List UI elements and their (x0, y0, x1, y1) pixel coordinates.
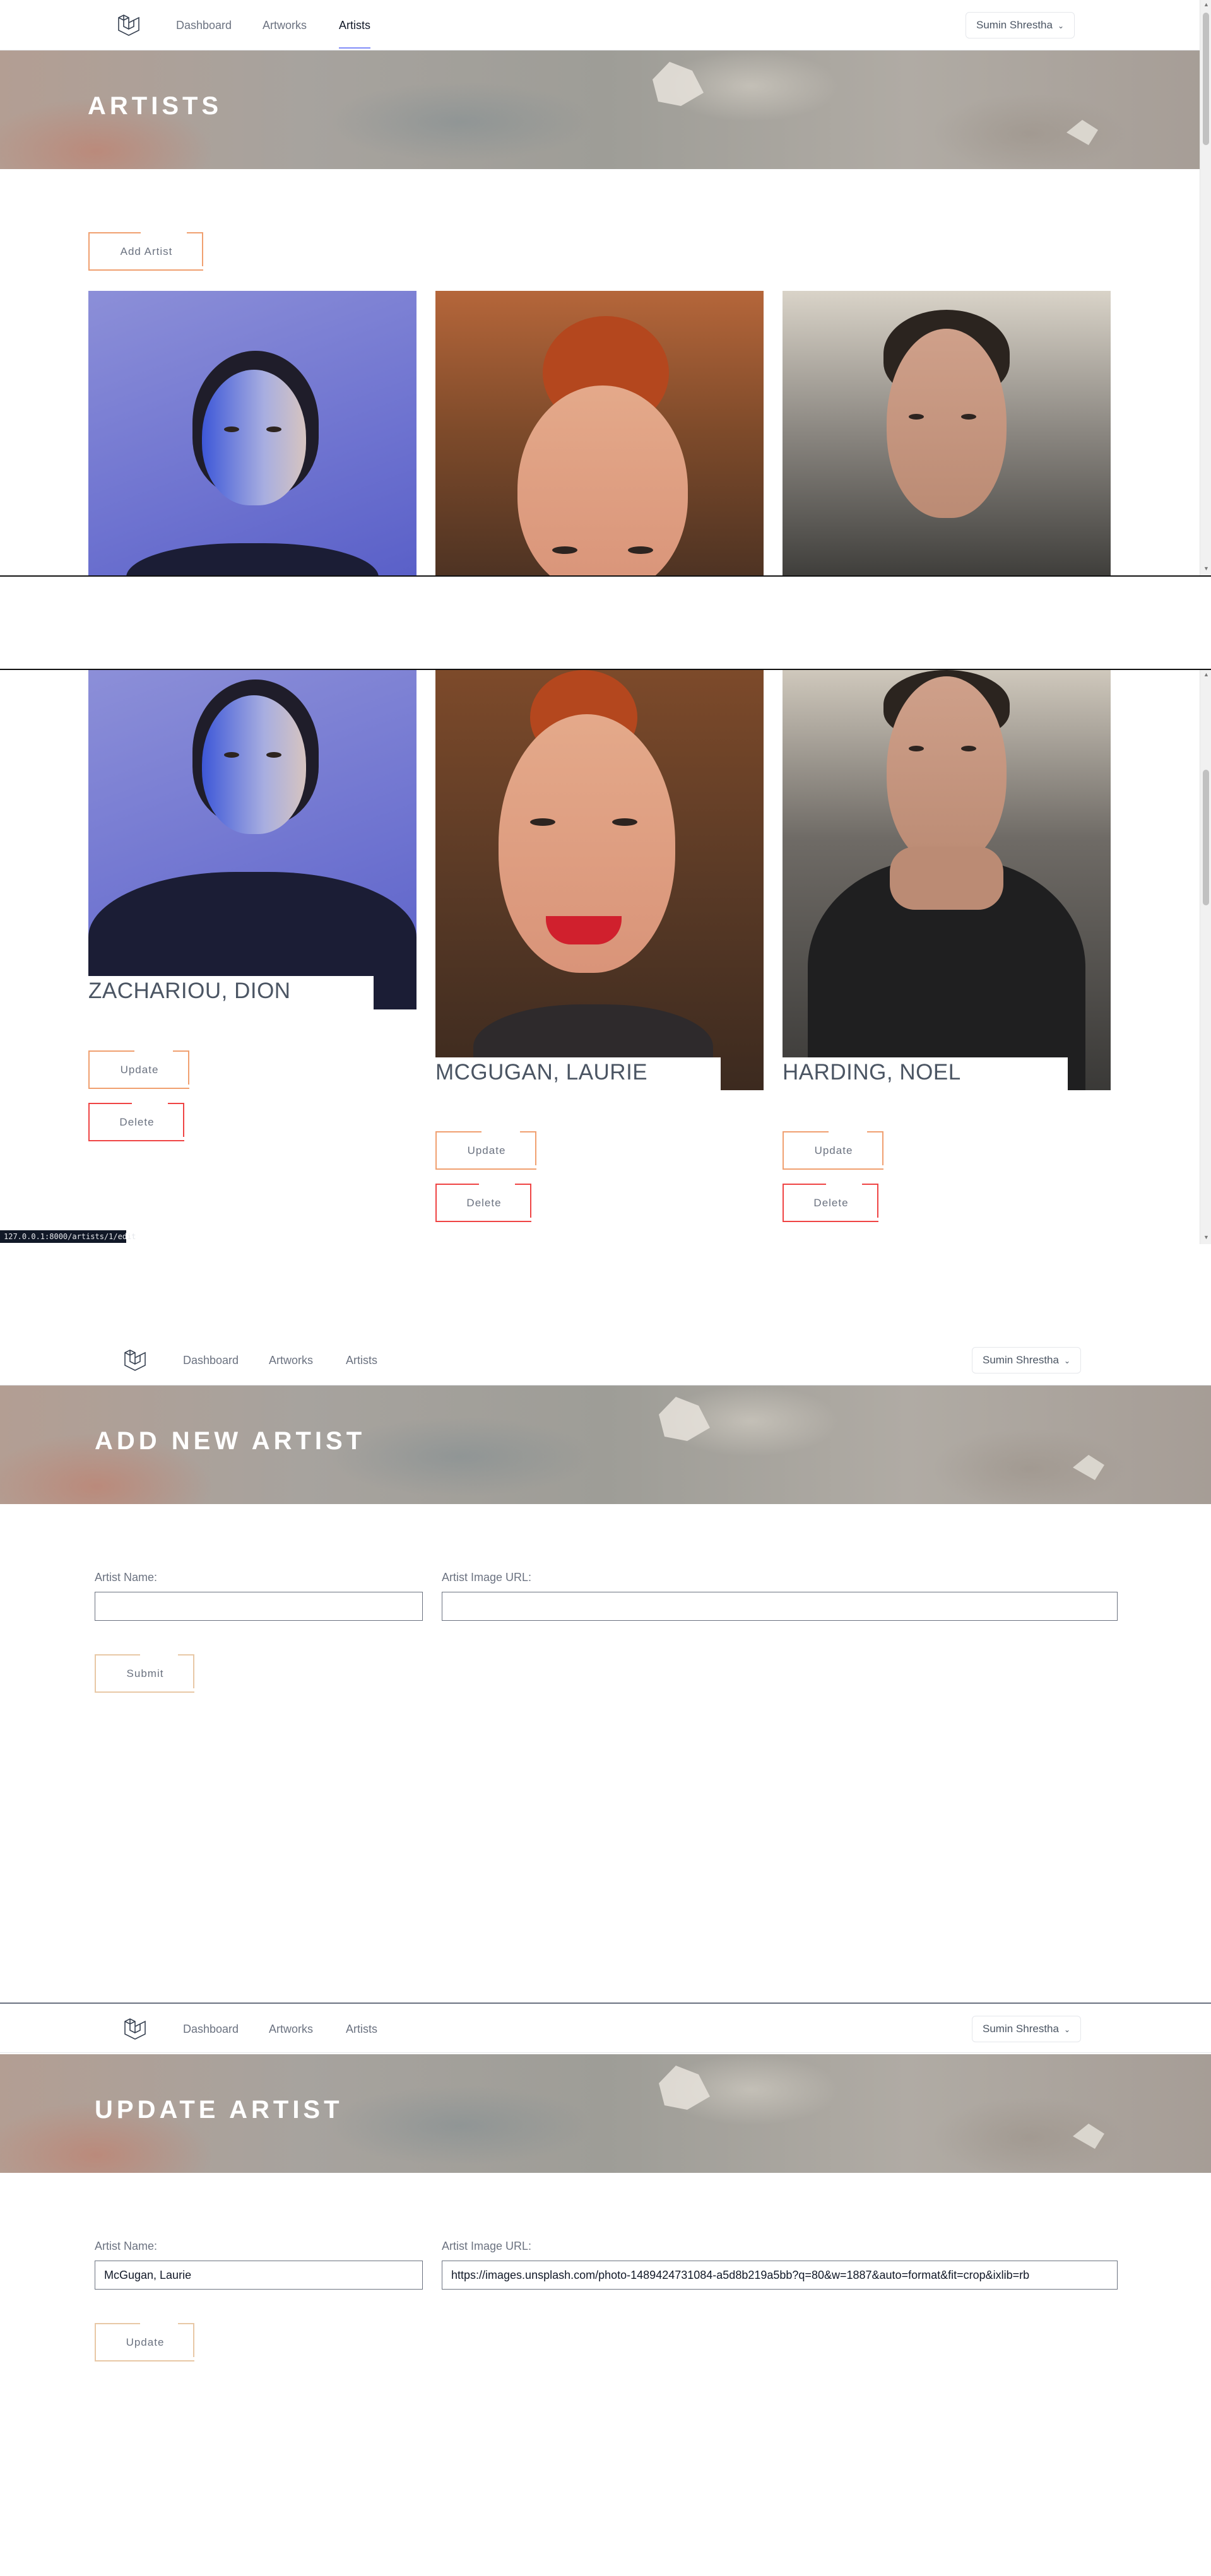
hands (890, 847, 1003, 910)
nav-artists[interactable]: Artists (346, 1354, 377, 1367)
banner-texture (1066, 120, 1098, 145)
top-nav: Dashboard Artworks Artists Sumin Shresth… (0, 2003, 1211, 2053)
user-menu-button[interactable]: Sumin Shrestha ⌄ (972, 2016, 1082, 2042)
add-artist-button[interactable]: Add Artist (88, 232, 203, 271)
scrollbar-thumb[interactable] (1203, 13, 1209, 145)
page-header-banner: ARTISTS (0, 50, 1211, 169)
scroll-up-icon[interactable]: ▲ (1203, 671, 1209, 678)
artist-name: MCGUGAN, LAURIE (435, 1057, 721, 1091)
artist-name-label: Artist Name: (95, 2240, 158, 2252)
update-artist-button[interactable]: Update (435, 1131, 536, 1170)
laravel-logo-icon[interactable] (115, 11, 143, 39)
viewport-divider (0, 575, 1211, 577)
artist-image-url-label: Artist Image URL: (442, 2240, 532, 2252)
delete-artist-button[interactable]: Delete (88, 1103, 184, 1141)
artist-photo (435, 291, 764, 576)
nav-artworks[interactable]: Artworks (263, 19, 307, 32)
user-menu-button[interactable]: Sumin Shrestha ⌄ (972, 1347, 1082, 1373)
artist-name: HARDING, NOEL (783, 1057, 1068, 1091)
scrollbar[interactable]: ▲ ▼ (1200, 0, 1211, 575)
nav-dashboard[interactable]: Dashboard (176, 19, 232, 32)
page-title: ARTISTS (88, 92, 223, 120)
artist-photo (88, 291, 416, 576)
artist-name-input[interactable] (95, 1592, 423, 1621)
nav-artworks[interactable]: Artworks (269, 1354, 313, 1367)
user-menu-button[interactable]: Sumin Shrestha ⌄ (966, 12, 1075, 38)
update-button[interactable]: Update (95, 2323, 194, 2361)
artist-photo (783, 291, 1111, 576)
delete-artist-button[interactable]: Delete (783, 1184, 878, 1222)
banner-texture (659, 2066, 710, 2110)
link-status-bar: 127.0.0.1:8000/artists/1/edit (0, 1230, 136, 1243)
nav-dashboard[interactable]: Dashboard (183, 2023, 239, 2036)
artist-image-url-input[interactable] (442, 1592, 1118, 1621)
artist-name-label: Artist Name: (95, 1571, 158, 1584)
chevron-down-icon: ⌄ (1057, 21, 1065, 30)
nav-artists[interactable]: Artists (346, 2023, 377, 2036)
nav-artworks[interactable]: Artworks (269, 2023, 313, 2036)
update-artist-button[interactable]: Update (88, 1050, 189, 1089)
banner-texture (1073, 1455, 1104, 1480)
user-name: Sumin Shrestha (976, 19, 1053, 31)
artist-photo (88, 670, 416, 1009)
artist-photo (783, 670, 1111, 1090)
artist-name: ZACHARIOU, DION (88, 976, 374, 1009)
page-header-banner: UPDATE ARTIST (0, 2054, 1211, 2173)
banner-texture (653, 62, 704, 106)
scroll-down-icon[interactable]: ▼ (1203, 565, 1209, 572)
banner-texture (659, 1397, 710, 1441)
chevron-down-icon: ⌄ (1063, 1356, 1071, 1365)
scrollbar-thumb[interactable] (1203, 770, 1209, 905)
page-title: ADD NEW ARTIST (95, 1427, 366, 1455)
banner-texture (1073, 2124, 1104, 2149)
page-header-banner: ADD NEW ARTIST (0, 1385, 1211, 1504)
scroll-up-icon[interactable]: ▲ (1203, 1, 1209, 8)
artist-name-input[interactable]: McGugan, Laurie (95, 2261, 423, 2290)
top-nav: Dashboard Artworks Artists Sumin Shresth… (0, 1335, 1211, 1385)
top-nav: Dashboard Artworks Artists Sumin Shresth… (0, 0, 1211, 50)
scroll-down-icon[interactable]: ▼ (1203, 1234, 1209, 1240)
nav-dashboard[interactable]: Dashboard (183, 1354, 239, 1367)
artist-photo (435, 670, 764, 1090)
nav-artists[interactable]: Artists (339, 19, 371, 49)
laravel-logo-icon[interactable] (121, 1346, 149, 1374)
artist-image-url-input[interactable]: https://images.unsplash.com/photo-148942… (442, 2261, 1118, 2290)
user-name: Sumin Shrestha (983, 2023, 1059, 2035)
scrollbar[interactable]: ▲ ▼ (1200, 670, 1211, 1244)
delete-artist-button[interactable]: Delete (435, 1184, 531, 1222)
update-artist-button[interactable]: Update (783, 1131, 883, 1170)
artist-image-url-label: Artist Image URL: (442, 1571, 532, 1584)
laravel-logo-icon[interactable] (121, 2015, 149, 2043)
page-title: UPDATE ARTIST (95, 2096, 343, 2124)
chevron-down-icon: ⌄ (1063, 2025, 1071, 2034)
user-name: Sumin Shrestha (983, 1354, 1059, 1366)
submit-button[interactable]: Submit (95, 1654, 194, 1693)
